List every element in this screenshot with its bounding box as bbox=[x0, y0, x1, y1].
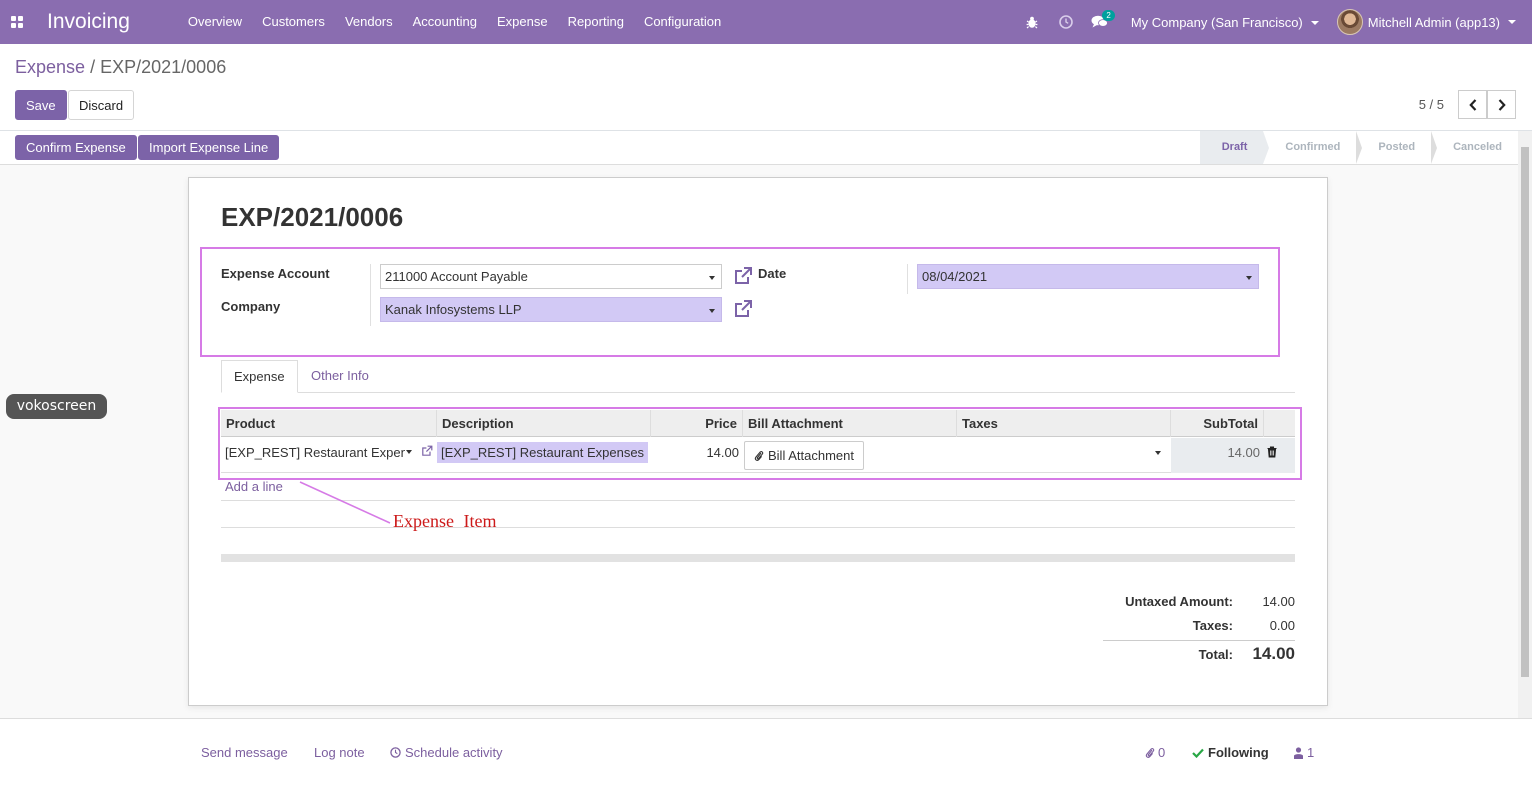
untaxed-amount-label: Untaxed Amount: bbox=[1125, 594, 1233, 609]
caret-down-icon bbox=[1310, 21, 1319, 26]
main-menu: Overview Customers Vendors Accounting Ex… bbox=[178, 0, 731, 44]
chevron-right-icon bbox=[1498, 98, 1506, 111]
label-separator bbox=[907, 264, 908, 294]
tab-other-info[interactable]: Other Info bbox=[299, 360, 381, 393]
company-value: Kanak Infosystems LLP bbox=[385, 302, 522, 317]
user-icon bbox=[1294, 746, 1303, 759]
annotation-text: Expense Item bbox=[393, 511, 497, 531]
chat-icon[interactable]: 2 bbox=[1083, 0, 1117, 44]
discard-button[interactable]: Discard bbox=[68, 90, 135, 120]
send-message-button[interactable]: Send message bbox=[201, 745, 288, 760]
schedule-activity-label: Schedule activity bbox=[405, 745, 503, 760]
tab-expense[interactable]: Expense bbox=[221, 360, 298, 393]
notebook-tabs: Expense Other Info bbox=[221, 360, 1295, 393]
stage-canceled[interactable]: Canceled bbox=[1431, 131, 1524, 164]
scrollbar[interactable] bbox=[1518, 131, 1532, 718]
control-panel: Expense / EXP/2021/0006 Save Discard 5 /… bbox=[0, 44, 1532, 131]
company-label: Company bbox=[221, 299, 281, 314]
app-title[interactable]: Invoicing bbox=[47, 10, 130, 34]
followers-counter[interactable]: 1 bbox=[1294, 745, 1314, 760]
taxes-value: 0.00 bbox=[1269, 618, 1295, 633]
company-name: My Company (San Francisco) bbox=[1130, 14, 1303, 30]
table-footer bbox=[221, 554, 1295, 562]
scrollbar-thumb[interactable] bbox=[1521, 147, 1529, 677]
menu-customers[interactable]: Customers bbox=[252, 0, 335, 44]
clock-icon[interactable] bbox=[1049, 0, 1083, 44]
stage-posted[interactable]: Posted bbox=[1356, 131, 1437, 164]
breadcrumb-current: EXP/2021/0006 bbox=[100, 57, 227, 77]
pager-value[interactable]: 5 / 5 bbox=[1419, 97, 1444, 112]
check-icon bbox=[1192, 748, 1204, 758]
user-name: Mitchell Admin (app13) bbox=[1367, 14, 1500, 30]
total-value: 14.00 bbox=[1252, 644, 1295, 663]
total-label: Total: bbox=[1198, 647, 1233, 662]
confirm-expense-button[interactable]: Confirm Expense bbox=[15, 135, 137, 160]
bug-icon[interactable] bbox=[1015, 0, 1049, 44]
dropdown-caret-icon bbox=[709, 309, 715, 313]
apps-menu-icon[interactable] bbox=[2, 0, 32, 44]
caret-down-icon bbox=[1508, 20, 1516, 24]
vokoscreen-overlay: vokoscreen bbox=[6, 394, 107, 419]
date-field[interactable]: 08/04/2021 bbox=[917, 264, 1259, 289]
menu-configuration[interactable]: Configuration bbox=[634, 0, 731, 44]
menu-vendors[interactable]: Vendors bbox=[335, 0, 403, 44]
expense-item-highlight bbox=[218, 407, 1302, 480]
annotation-arrow bbox=[299, 481, 391, 524]
totals-divider bbox=[1103, 640, 1295, 641]
stage-draft[interactable]: Draft bbox=[1199, 131, 1270, 164]
expense-account-field[interactable]: 211000 Account Payable bbox=[380, 264, 722, 289]
company-field[interactable]: Kanak Infosystems LLP bbox=[380, 297, 722, 322]
paperclip-icon bbox=[1145, 747, 1155, 758]
pager: 5 / 5 bbox=[1419, 90, 1516, 119]
record-title: EXP/2021/0006 bbox=[221, 202, 404, 232]
menu-overview[interactable]: Overview bbox=[178, 0, 252, 44]
external-link-icon[interactable] bbox=[733, 266, 753, 286]
avatar bbox=[1336, 9, 1363, 35]
menu-reporting[interactable]: Reporting bbox=[558, 0, 634, 44]
taxes-label: Taxes: bbox=[1192, 618, 1233, 633]
messages-badge: 2 bbox=[1102, 10, 1115, 21]
schedule-activity-button[interactable]: Schedule activity bbox=[390, 745, 503, 760]
add-a-line-link[interactable]: Add a line bbox=[225, 479, 283, 494]
stage-confirmed[interactable]: Confirmed bbox=[1263, 131, 1363, 164]
chatter: Send message Log note Schedule activity … bbox=[0, 718, 1532, 800]
attachments-count: 0 bbox=[1158, 745, 1166, 760]
expense-account-label: Expense Account bbox=[221, 266, 330, 281]
dropdown-caret-icon bbox=[709, 276, 715, 280]
save-button[interactable]: Save bbox=[15, 90, 67, 120]
menu-expense[interactable]: Expense bbox=[487, 0, 558, 44]
followers-count: 1 bbox=[1307, 745, 1315, 760]
breadcrumb-parent[interactable]: Expense bbox=[15, 57, 85, 77]
label-separator bbox=[370, 264, 371, 326]
top-navbar: Invoicing Overview Customers Vendors Acc… bbox=[0, 0, 1532, 44]
chevron-left-icon bbox=[1468, 98, 1476, 111]
following-button[interactable]: Following bbox=[1192, 745, 1269, 760]
log-note-button[interactable]: Log note bbox=[314, 745, 365, 760]
expense-account-value: 211000 Account Payable bbox=[385, 269, 528, 284]
stage-bar: Draft Confirmed Posted Canceled bbox=[1199, 131, 1524, 164]
pager-next-button[interactable] bbox=[1487, 90, 1516, 119]
date-label: Date bbox=[758, 266, 787, 281]
attachments-counter[interactable]: 0 bbox=[1145, 745, 1165, 760]
following-label: Following bbox=[1208, 745, 1269, 760]
clock-icon bbox=[390, 747, 401, 758]
pager-previous-button[interactable] bbox=[1458, 90, 1487, 119]
breadcrumb: Expense / EXP/2021/0006 bbox=[15, 57, 226, 78]
untaxed-amount-value: 14.00 bbox=[1262, 594, 1295, 609]
breadcrumb-separator: / bbox=[90, 57, 96, 77]
table-row-empty bbox=[221, 527, 1295, 528]
dropdown-caret-icon bbox=[1246, 276, 1252, 280]
statusbar: Confirm Expense Import Expense Line Draf… bbox=[0, 131, 1532, 165]
company-switcher[interactable]: My Company (San Francisco) bbox=[1117, 15, 1337, 30]
import-expense-line-button[interactable]: Import Expense Line bbox=[138, 135, 280, 160]
user-menu[interactable]: Mitchell Admin (app13) bbox=[1336, 9, 1532, 35]
external-link-icon[interactable] bbox=[733, 299, 753, 319]
menu-accounting[interactable]: Accounting bbox=[403, 0, 487, 44]
date-value: 08/04/2021 bbox=[922, 269, 988, 284]
